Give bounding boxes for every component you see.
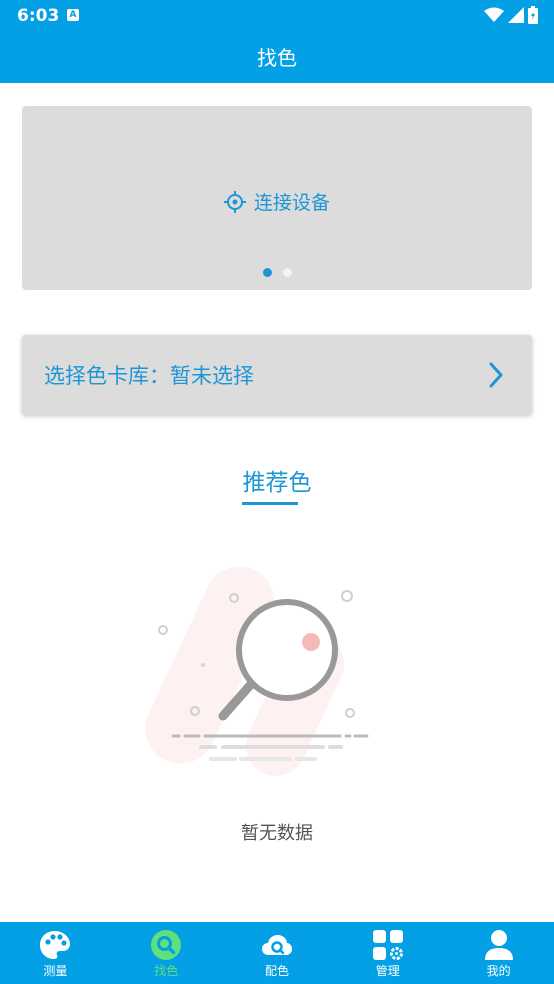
chevron-right-icon [489,362,503,388]
app-header: 6:03 A 找色 [0,0,554,83]
nav-item-measure[interactable]: 测量 [0,922,111,984]
nav-item-match-color[interactable]: 配色 [222,922,333,984]
nav-item-manage[interactable]: 管理 [332,922,443,984]
palette-icon [40,931,71,959]
notification-a-icon: A [67,9,79,21]
bottom-navigation: 测量 找色 配色 管理 我的 [0,922,554,984]
nav-label-find-color: 找色 [154,964,179,978]
carousel-dot[interactable] [282,268,292,277]
color-library-label: 选择色卡库：暂未选择 [44,364,254,388]
empty-state-text: 暂无数据 [241,823,313,844]
crosshair-icon [223,190,246,213]
nav-item-profile[interactable]: 我的 [443,922,554,984]
connect-device-label: 连接设备 [253,192,330,214]
carousel-indicator [22,268,532,277]
nav-label-manage: 管理 [375,964,400,978]
signal-icon [508,7,524,23]
empty-magnifier-illustration [145,566,369,776]
battery-icon [528,6,538,24]
device-banner: 连接设备 [22,106,532,290]
search-icon [151,930,182,960]
nav-label-profile: 我的 [486,964,511,978]
wifi-icon [484,7,504,22]
connect-device-button[interactable]: 连接设备 [22,188,532,215]
color-library-selector[interactable]: 选择色卡库：暂未选择 [22,335,532,415]
grid-gear-icon [372,930,403,960]
nav-label-match-color: 配色 [264,964,289,978]
nav-item-find-color[interactable]: 找色 [111,922,222,984]
nav-label-measure: 测量 [43,964,68,978]
recommend-tab[interactable]: 推荐色 [0,463,554,497]
person-icon [484,930,513,960]
status-icons [484,5,538,25]
status-time: 6:03 [17,6,60,26]
page-title: 找色 [257,46,297,70]
cloud-icon [261,935,292,955]
recommend-tab-indicator [242,502,298,505]
carousel-dot-active[interactable] [262,268,272,277]
